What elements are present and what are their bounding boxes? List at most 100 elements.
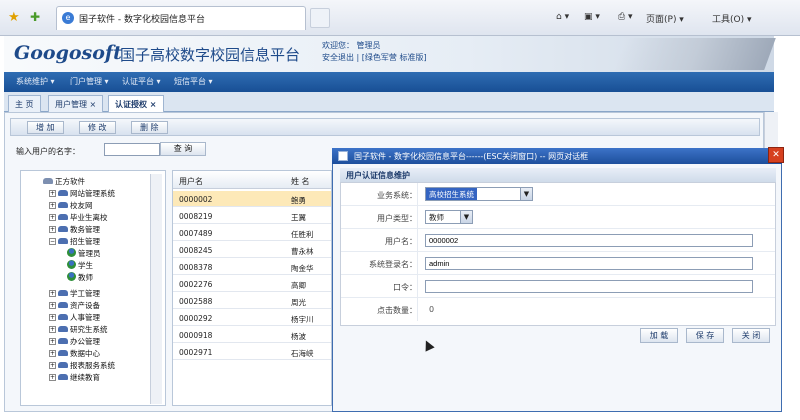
table-row[interactable]: 0008245 曹永林 (173, 242, 331, 258)
password-input[interactable] (425, 280, 753, 293)
expand-icon[interactable]: + (49, 190, 56, 197)
tab-auth-grant[interactable]: 认证授权 × (108, 95, 164, 112)
username-label: 用户名： (385, 237, 417, 246)
print-icon[interactable]: ⎙ ▾ (618, 12, 633, 22)
delete-button[interactable]: 删 除 (131, 121, 168, 134)
tab-home[interactable]: 主 页 (8, 95, 41, 112)
tree-node[interactable]: + 教务管理 (49, 224, 100, 235)
expand-icon[interactable]: + (49, 302, 56, 309)
nav-auth[interactable]: 认证平台 ▾ (122, 76, 161, 87)
expand-icon[interactable]: + (49, 290, 56, 297)
tree-scrollbar[interactable] (150, 174, 162, 404)
system-select[interactable]: 高校招生系统 ▼ (425, 187, 533, 201)
add-favorite-icon[interactable]: ✚ (30, 10, 40, 24)
search-button[interactable]: 查 询 (160, 142, 206, 156)
table-row[interactable]: 0008219 王翼 (173, 208, 331, 224)
load-button[interactable]: 加 载 (640, 328, 678, 343)
tools-menu[interactable]: 工具(O) ▾ (712, 12, 752, 25)
logo-text: Googosoft (14, 42, 122, 64)
expand-icon[interactable]: + (49, 326, 56, 333)
form-row-system: 业务系统： 高校招生系统 ▼ (341, 183, 775, 206)
table-row[interactable]: 0002276 高卿 (173, 276, 331, 292)
add-button[interactable]: 增 加 (27, 121, 64, 134)
search-label: 输入用户的名字： (16, 147, 80, 156)
save-button[interactable]: 保 存 (686, 328, 724, 343)
table-row[interactable]: 0008378 陶金华 (173, 259, 331, 275)
tree-node[interactable]: + 办公管理 (49, 336, 100, 347)
root-icon (43, 178, 53, 184)
expand-icon[interactable]: + (49, 338, 56, 345)
form-row-clicks: 点击数量： 0 (341, 298, 775, 321)
welcome-box: 欢迎您： 管理员 安全退出 | [绿色军营 标准版] (322, 40, 427, 64)
dialog-close-button[interactable]: ✕ (768, 147, 784, 163)
feed-icon[interactable]: ▣ ▾ (584, 12, 600, 22)
folder-icon (58, 226, 68, 232)
browser-tab[interactable]: e 国子软件 - 数字化校园信息平台 (56, 6, 306, 30)
expand-icon[interactable]: + (49, 362, 56, 369)
col-username[interactable]: 用户名 (179, 176, 203, 187)
chevron-down-icon[interactable]: ▼ (460, 211, 472, 223)
user-icon (67, 272, 76, 281)
home-icon[interactable]: ⌂ ▾ (556, 12, 569, 22)
tree-node[interactable]: + 学工管理 (49, 288, 100, 299)
tree-leaf[interactable]: 教师 (67, 272, 93, 283)
login-label: 系统登录名： (369, 260, 417, 269)
nav-sms[interactable]: 短信平台 ▾ (174, 76, 213, 87)
edit-button[interactable]: 修 改 (79, 121, 116, 134)
form-row-password: 口令： (341, 275, 775, 298)
tree-node[interactable]: + 人事管理 (49, 312, 100, 323)
tree-node[interactable]: + 网站管理系统 (49, 188, 115, 199)
table-row[interactable]: 0007489 任胜利 (173, 225, 331, 241)
auth-form: 业务系统： 高校招生系统▼ 用户类型： 教师▼ 用户名： 系统登录名： 口令： … (340, 182, 776, 326)
expand-icon[interactable]: + (49, 226, 56, 233)
login-input[interactable] (425, 257, 753, 270)
nav-system[interactable]: 系统维护 ▾ (16, 76, 55, 87)
dialog-title[interactable]: 国子软件 - 数字化校园信息平台------(ESC关闭窗口) -- 网页对话框 (332, 148, 782, 164)
page-menu[interactable]: 页面(P) ▾ (646, 12, 684, 25)
password-label: 口令： (393, 283, 417, 292)
folder-icon (58, 290, 68, 296)
folder-icon (58, 374, 68, 380)
tab-user-management[interactable]: 用户管理 × (48, 95, 104, 112)
folder-icon (58, 362, 68, 368)
tree-node[interactable]: + 继续教育 (49, 372, 100, 383)
collapse-icon[interactable]: − (49, 238, 56, 245)
username-input[interactable] (425, 234, 753, 247)
user-icon (67, 260, 76, 269)
user-table: 用户名 姓 名 0000002 鲍勇 0008219 王翼 0007489 任胜利 0… (172, 170, 332, 406)
clicks-label: 点击数量： (377, 306, 417, 315)
ie-icon: e (62, 12, 74, 24)
table-row[interactable]: 0002588 周光 (173, 293, 331, 309)
form-row-type: 用户类型： 教师 ▼ (341, 206, 775, 229)
tree-node[interactable]: + 资产设备 (49, 300, 100, 311)
tree-node[interactable]: 正方软件 (43, 176, 85, 187)
expand-icon[interactable]: + (49, 374, 56, 381)
tree-leaf[interactable]: 管理员 (67, 248, 101, 259)
tree-node[interactable]: + 报表服务系统 (49, 360, 115, 371)
expand-icon[interactable]: + (49, 350, 56, 357)
system-label: 业务系统： (377, 191, 417, 200)
expand-icon[interactable]: + (49, 214, 56, 221)
col-name[interactable]: 姓 名 (291, 176, 310, 187)
search-input[interactable] (104, 143, 160, 156)
table-row[interactable]: 0002971 石海峡 (173, 344, 331, 360)
table-row[interactable]: 0000918 杨波 (173, 327, 331, 343)
favorites-star-icon[interactable]: ★ (8, 10, 20, 25)
tree-leaf[interactable]: 学生 (67, 260, 93, 271)
folder-icon (58, 202, 68, 208)
tree-node[interactable]: + 研究生系统 (49, 324, 108, 335)
new-tab-button[interactable] (310, 8, 330, 28)
expand-icon[interactable]: + (49, 314, 56, 321)
expand-icon[interactable]: + (49, 202, 56, 209)
logout-link[interactable]: 安全退出 | [绿色军营 标准版] (322, 52, 427, 64)
nav-portal[interactable]: 门户管理 ▾ (70, 76, 109, 87)
tree-node[interactable]: + 校友网 (49, 200, 93, 211)
tree-node[interactable]: + 数据中心 (49, 348, 100, 359)
chevron-down-icon[interactable]: ▼ (520, 188, 532, 200)
table-row[interactable]: 0000002 鲍勇 (173, 191, 331, 207)
tree-node[interactable]: − 招生管理 (49, 236, 100, 247)
close-button[interactable]: 关 闭 (732, 328, 770, 343)
table-row[interactable]: 0000292 杨宇川 (173, 310, 331, 326)
tree-node[interactable]: + 毕业生离校 (49, 212, 108, 223)
type-select[interactable]: 教师 ▼ (425, 210, 473, 224)
